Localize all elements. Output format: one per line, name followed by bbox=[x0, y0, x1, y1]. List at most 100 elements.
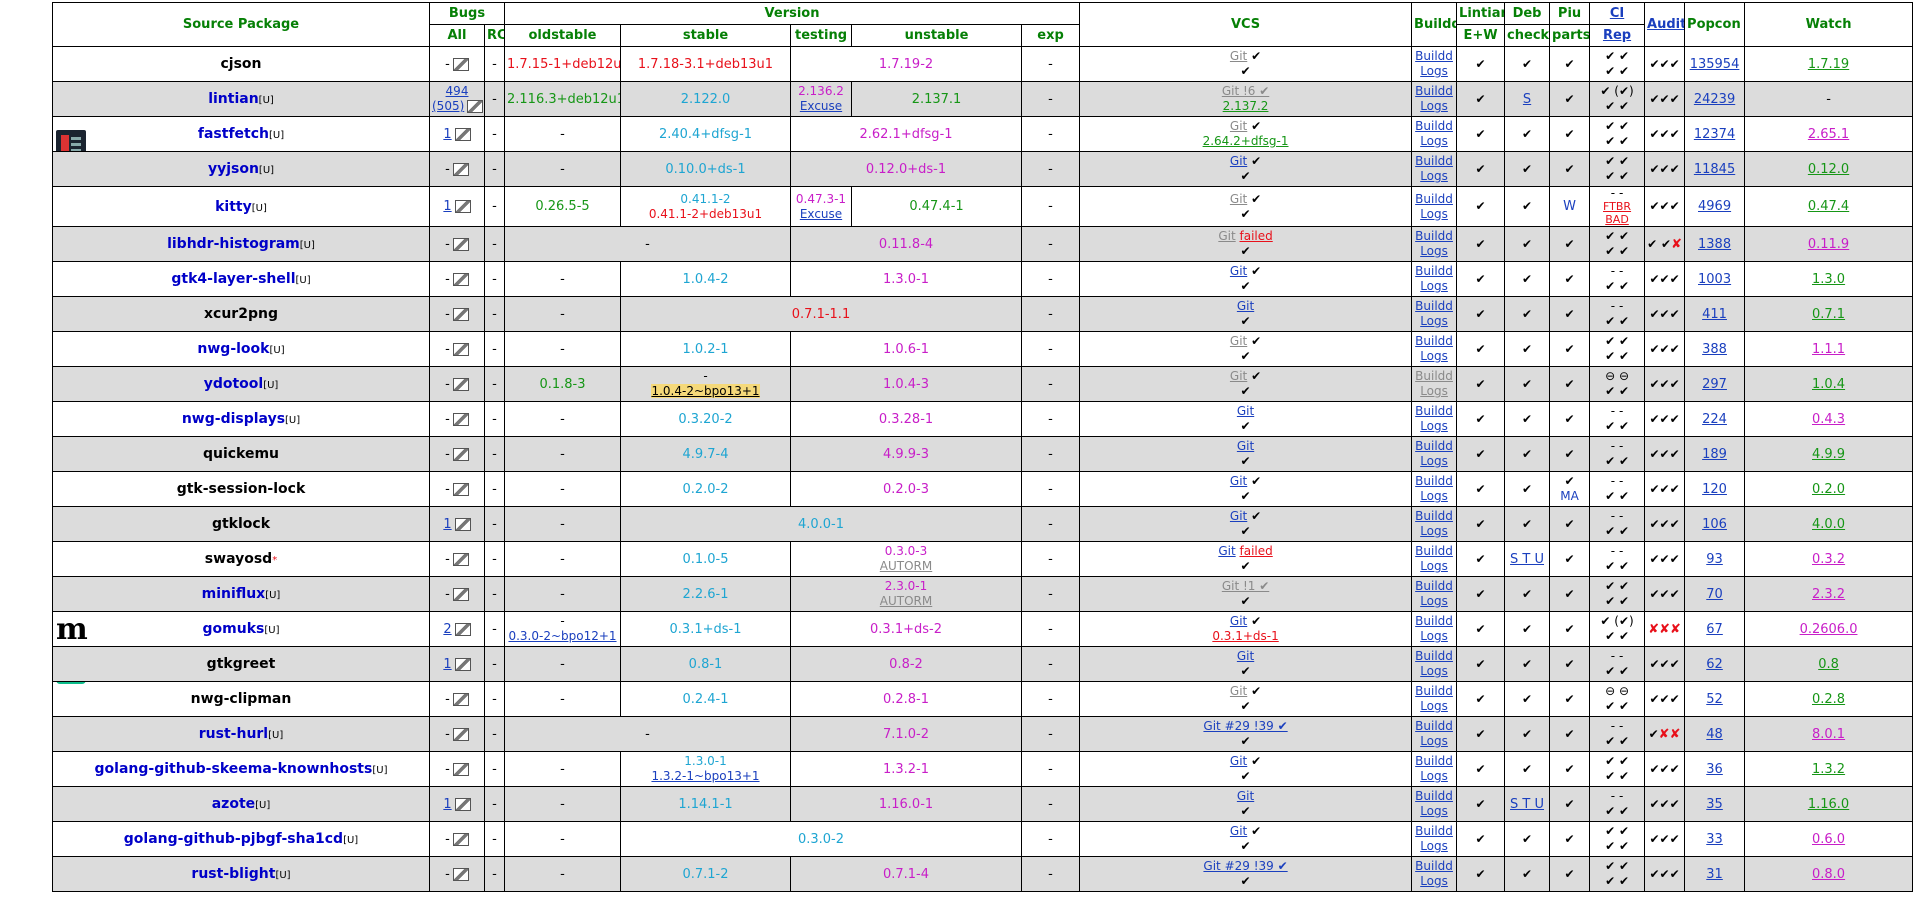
bugs-count-link[interactable]: 2 bbox=[443, 622, 451, 637]
watch-version-link[interactable]: 8.0.1 bbox=[1812, 727, 1845, 742]
header-ci-rep[interactable]: Rep bbox=[1589, 24, 1646, 47]
package-name-link[interactable]: golang-github-pjbgf-sha1cd bbox=[124, 831, 343, 847]
bug-graph-icon[interactable] bbox=[452, 692, 469, 706]
vcs-link[interactable]: Git !1 ✔ bbox=[1222, 579, 1269, 593]
vcs-link[interactable]: Git bbox=[1230, 474, 1247, 488]
watch-version-link[interactable]: 4.9.9 bbox=[1812, 447, 1845, 462]
popcon-link[interactable]: 24239 bbox=[1694, 92, 1735, 107]
package-name-link[interactable]: nwg-look bbox=[197, 341, 269, 357]
package-name-link[interactable]: ydotool bbox=[204, 376, 264, 392]
bug-graph-icon[interactable] bbox=[452, 867, 469, 881]
vcs-link[interactable]: Git bbox=[1237, 789, 1254, 803]
popcon-link[interactable]: 93 bbox=[1706, 552, 1723, 567]
logs-link[interactable]: Logs bbox=[1420, 279, 1448, 293]
vcs-link[interactable]: Git bbox=[1230, 334, 1247, 348]
bugs-count-link[interactable]: 494 bbox=[446, 84, 469, 98]
package-name-link[interactable]: gtk4-layer-shell bbox=[171, 271, 295, 287]
popcon-link[interactable]: 62 bbox=[1706, 657, 1723, 672]
ci-link[interactable]: CI bbox=[1610, 6, 1624, 21]
buildd-link[interactable]: Buildd bbox=[1415, 684, 1453, 698]
logs-link[interactable]: Logs bbox=[1420, 349, 1448, 363]
package-name-link[interactable]: rust-hurl bbox=[199, 726, 268, 742]
autorm-link[interactable]: AUTORM bbox=[880, 559, 932, 573]
bugs-count-link[interactable]: 1 bbox=[443, 797, 451, 812]
oldstable-backport-link[interactable]: 0.3.0-2~bpo12+1 bbox=[508, 629, 616, 643]
package-name-link[interactable]: fastfetch bbox=[198, 126, 269, 142]
logs-link[interactable]: Logs bbox=[1420, 419, 1448, 433]
buildd-link[interactable]: Buildd bbox=[1415, 229, 1453, 243]
package-name-link[interactable]: azote bbox=[212, 796, 255, 812]
logs-link[interactable]: Logs bbox=[1420, 769, 1448, 783]
logs-link[interactable]: Logs bbox=[1420, 559, 1448, 573]
buildd-link[interactable]: Buildd bbox=[1415, 404, 1453, 418]
bug-graph-icon[interactable] bbox=[452, 587, 469, 601]
popcon-link[interactable]: 388 bbox=[1702, 342, 1727, 357]
package-name-link[interactable]: rust-blight bbox=[191, 866, 275, 882]
vcs-link[interactable]: Git bbox=[1237, 439, 1254, 453]
vcs-failed-link[interactable]: failed bbox=[1240, 229, 1273, 243]
vcs-link[interactable]: Git bbox=[1230, 154, 1247, 168]
logs-link[interactable]: Logs bbox=[1420, 169, 1448, 183]
watch-version-link[interactable]: 0.6.0 bbox=[1812, 832, 1845, 847]
debcheck-link[interactable]: S bbox=[1523, 92, 1531, 107]
popcon-link[interactable]: 11845 bbox=[1694, 162, 1735, 177]
vcs-version-link[interactable]: 0.3.1+ds-1 bbox=[1212, 629, 1278, 643]
logs-link[interactable]: Logs bbox=[1420, 99, 1448, 113]
logs-link[interactable]: Logs bbox=[1420, 594, 1448, 608]
bug-graph-icon[interactable] bbox=[467, 100, 484, 113]
logs-link[interactable]: Logs bbox=[1420, 134, 1448, 148]
bug-graph-icon[interactable] bbox=[454, 797, 471, 811]
popcon-link[interactable]: 411 bbox=[1702, 307, 1727, 322]
vcs-link[interactable]: Git bbox=[1218, 544, 1235, 558]
buildd-link[interactable]: Buildd bbox=[1415, 614, 1453, 628]
excuse-link[interactable]: Excuse bbox=[800, 99, 842, 113]
popcon-link[interactable]: 106 bbox=[1702, 517, 1727, 532]
bug-graph-icon[interactable] bbox=[452, 272, 469, 286]
watch-version-link[interactable]: 4.0.0 bbox=[1812, 517, 1845, 532]
bug-graph-icon[interactable] bbox=[452, 447, 469, 461]
buildd-link[interactable]: Buildd bbox=[1415, 859, 1453, 873]
logs-link[interactable]: Logs bbox=[1420, 244, 1448, 258]
buildd-link[interactable]: Buildd bbox=[1415, 192, 1453, 206]
autorm-link[interactable]: AUTORM bbox=[880, 594, 932, 608]
bug-graph-icon[interactable] bbox=[452, 377, 469, 391]
vcs-version-link[interactable]: 2.137.2 bbox=[1223, 99, 1269, 113]
watch-version-link[interactable]: 1.1.1 bbox=[1812, 342, 1845, 357]
bug-graph-icon[interactable] bbox=[454, 200, 471, 213]
vcs-failed-link[interactable]: failed bbox=[1240, 544, 1273, 558]
header-audit[interactable]: Audit bbox=[1644, 2, 1686, 47]
logs-link[interactable]: Logs bbox=[1420, 314, 1448, 328]
watch-version-link[interactable]: 0.4.3 bbox=[1812, 412, 1845, 427]
buildd-link[interactable]: Buildd bbox=[1415, 754, 1453, 768]
package-name-link[interactable]: golang-github-skeema-knownhosts bbox=[95, 761, 373, 777]
watch-version-link[interactable]: 0.8 bbox=[1818, 657, 1839, 672]
package-name-link[interactable]: quickemu bbox=[203, 446, 279, 462]
package-name-link[interactable]: gomuks bbox=[203, 621, 265, 637]
watch-version-link[interactable]: 1.7.19 bbox=[1808, 57, 1849, 72]
popcon-link[interactable]: 67 bbox=[1706, 622, 1723, 637]
popcon-link[interactable]: 35 bbox=[1706, 797, 1723, 812]
logs-link[interactable]: Logs bbox=[1420, 804, 1448, 818]
vcs-link[interactable]: Git bbox=[1230, 684, 1247, 698]
package-name-link[interactable]: gtk-session-lock bbox=[177, 481, 306, 497]
bug-graph-icon[interactable] bbox=[454, 127, 471, 141]
package-name-link[interactable]: xcur2png bbox=[204, 306, 278, 322]
ci-bad-link[interactable]: BAD bbox=[1605, 213, 1629, 226]
logs-link[interactable]: Logs bbox=[1420, 64, 1448, 78]
buildd-link[interactable]: Buildd bbox=[1415, 579, 1453, 593]
logs-link[interactable]: Logs bbox=[1420, 839, 1448, 853]
buildd-link[interactable]: Buildd bbox=[1415, 789, 1453, 803]
logs-link[interactable]: Logs bbox=[1420, 489, 1448, 503]
buildd-link[interactable]: Buildd bbox=[1415, 544, 1453, 558]
logs-link[interactable]: Logs bbox=[1420, 629, 1448, 643]
logs-link[interactable]: Logs bbox=[1420, 664, 1448, 678]
watch-version-link[interactable]: 1.0.4 bbox=[1812, 377, 1845, 392]
logs-link[interactable]: Logs bbox=[1420, 734, 1448, 748]
vcs-link[interactable]: Git bbox=[1230, 754, 1247, 768]
bug-graph-icon[interactable] bbox=[452, 307, 469, 321]
watch-version-link[interactable]: 0.11.9 bbox=[1808, 237, 1849, 252]
popcon-link[interactable]: 4969 bbox=[1698, 199, 1731, 214]
buildd-link[interactable]: Buildd bbox=[1415, 119, 1453, 133]
buildd-link[interactable]: Buildd bbox=[1415, 474, 1453, 488]
popcon-link[interactable]: 31 bbox=[1706, 867, 1723, 882]
